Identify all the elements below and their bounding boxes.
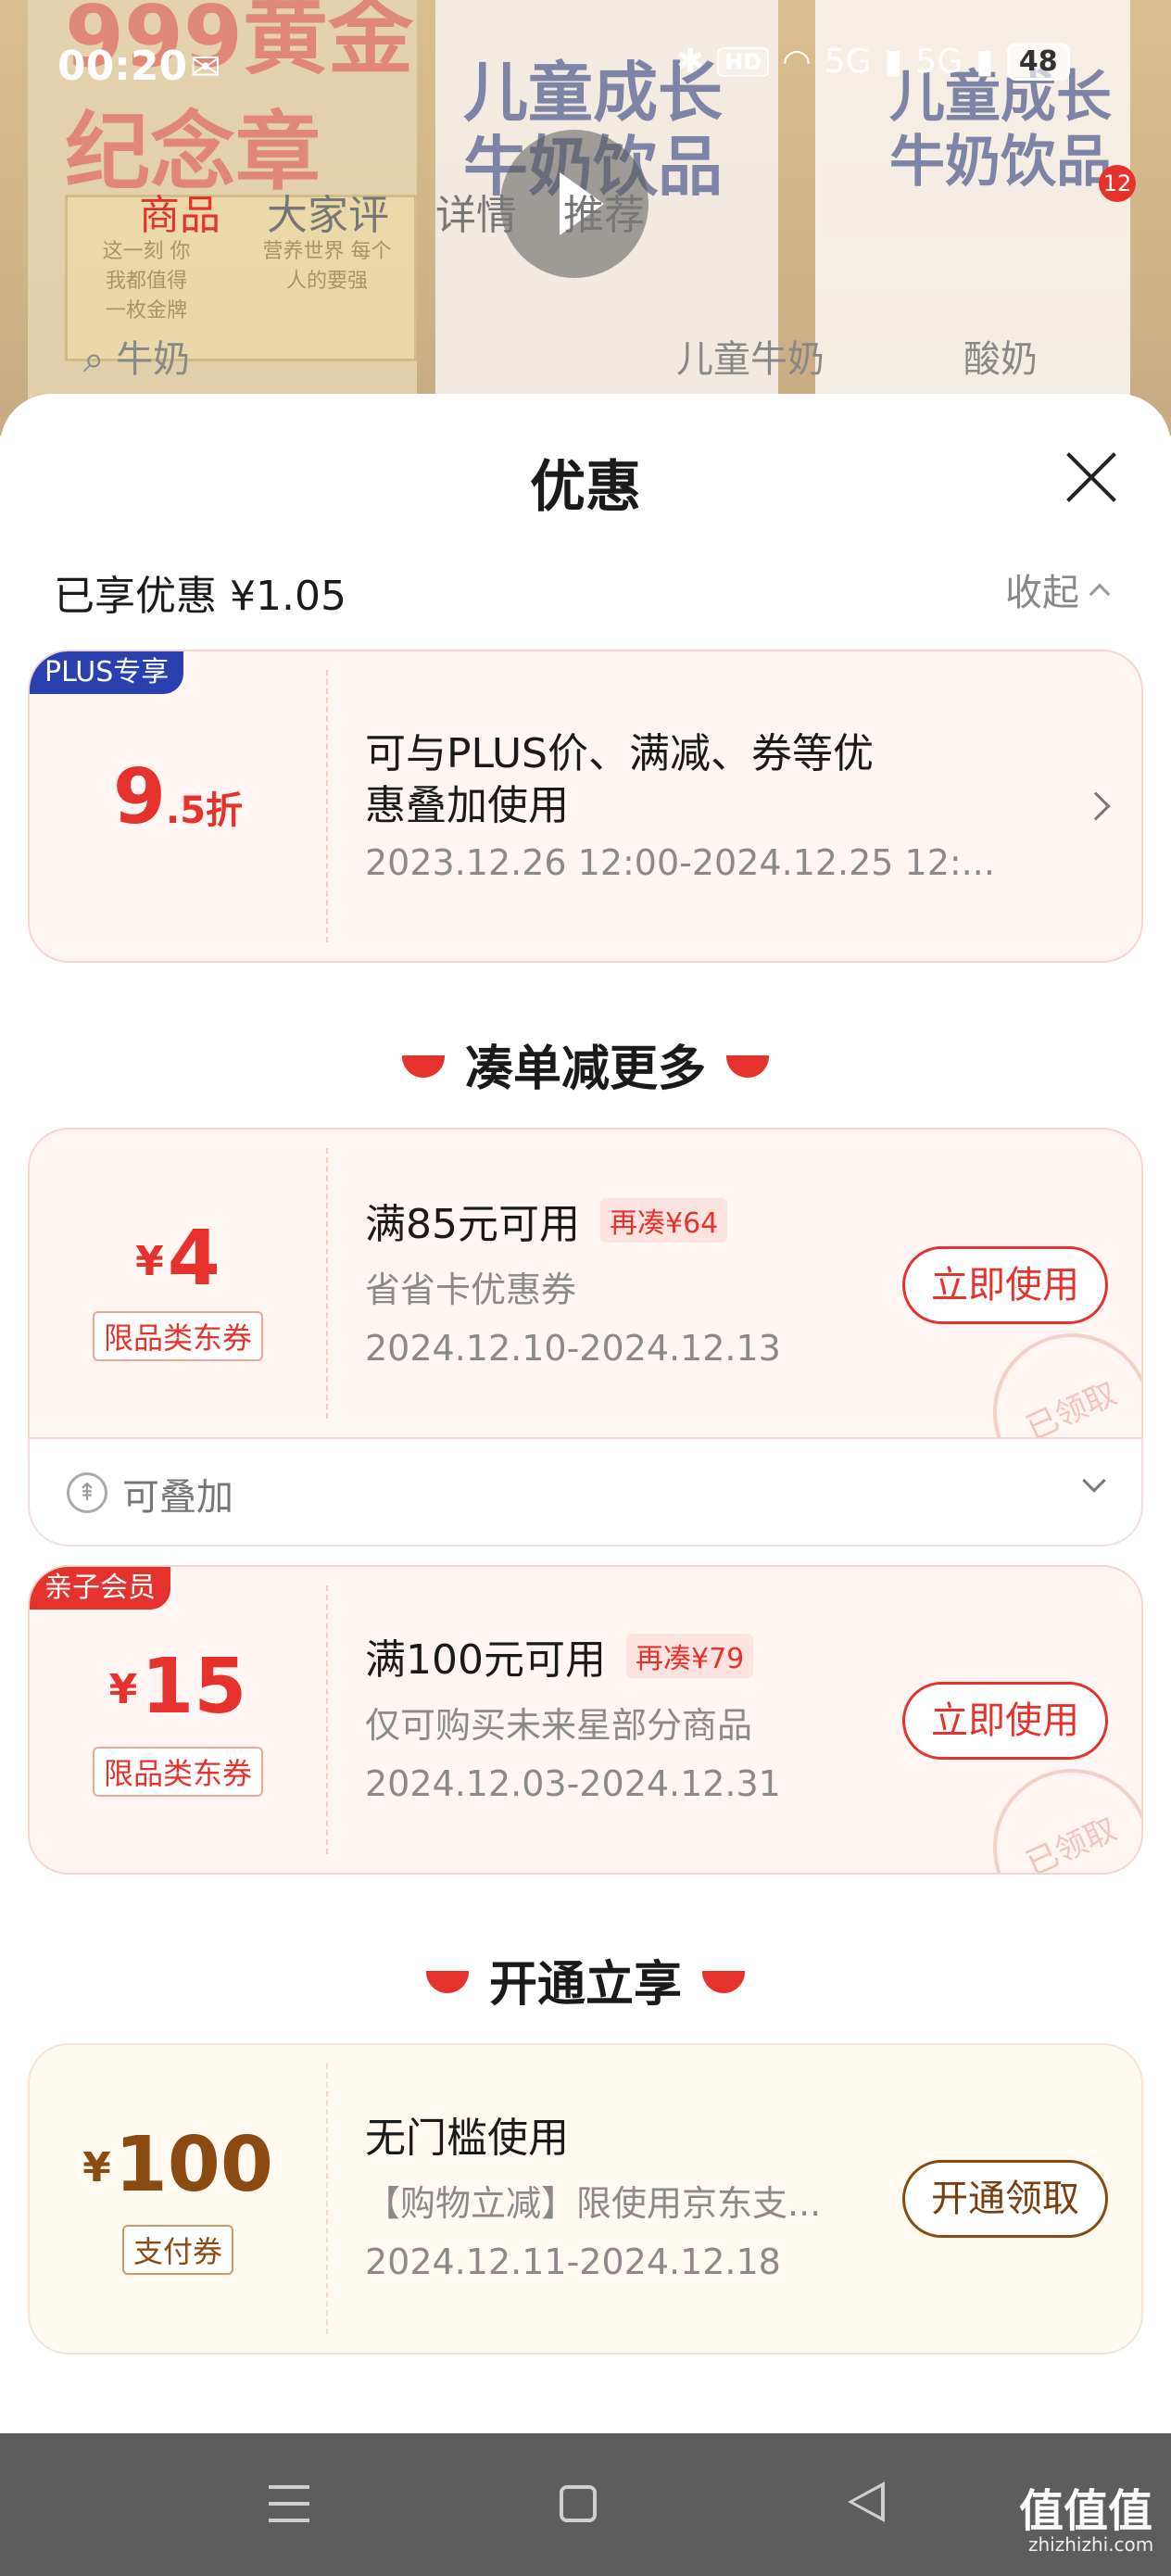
discount-sheet: 优惠 已享优惠 ¥1.05 收起 PLUS专享 9.5折 可与PLUS价、满减、… (0, 394, 1171, 2432)
stack-icon: ⇞ (67, 1472, 107, 1513)
signal-5g-icon: 5G (824, 43, 872, 81)
coupon-amount: ¥4 (30, 1215, 326, 1303)
system-nav-bar: 值值值 zhizhizhi.com (0, 2433, 1171, 2576)
collapse-button[interactable]: 收起 (1005, 562, 1111, 616)
smile-icon (425, 1971, 469, 1993)
tab-details[interactable]: 详情 (435, 192, 517, 239)
coupon-amount: ¥15 (30, 1643, 326, 1731)
parent-child-member-tag: 亲子会员 (30, 1567, 170, 1610)
extra-needed-badge: 再凑¥64 (600, 1198, 728, 1243)
coupon-card[interactable]: 亲子会员 ¥15 限品类东券 满100元可用 再凑¥79 仅可购买未来星部分商品 … (28, 1565, 1143, 1875)
plus-discount-card[interactable]: PLUS专享 9.5折 可与PLUS价、满减、券等优 惠叠加使用 2023.12… (28, 650, 1143, 963)
sheet-title: 优惠 (530, 455, 641, 520)
open-claim-button[interactable]: 开通领取 (902, 2160, 1108, 2238)
chevron-right-icon (1081, 791, 1111, 821)
tab-reviews[interactable]: 大家评 (267, 192, 389, 239)
coupon-amount: ¥100 (30, 2121, 326, 2209)
stackable-row[interactable]: ⇞ 可叠加 (28, 1439, 1143, 1547)
status-icons: ✱ HD ◠ 5G ▮ 5G ▮ 48 (676, 43, 1070, 81)
signal-bars-icon: ▮ (976, 43, 994, 81)
currency-symbol: ¥ (108, 1666, 138, 1713)
product-tabs: 商品 大家评 详情 推荐 (139, 182, 691, 241)
search-suggestions: ⌕ 牛奶 儿童牛奶 酸奶 (83, 329, 1038, 383)
chevron-up-icon (1089, 583, 1111, 605)
clock: 00:20 (57, 43, 188, 90)
coupon-desc: 仅可购买未来星部分商品 (365, 1705, 753, 1746)
pay-coupon-card[interactable]: ¥100 支付券 无门槛使用 【购物立减】限使用京东支... 2024.12.1… (28, 2043, 1143, 2355)
condition-text: 满85元可用 (365, 1201, 580, 1248)
battery-icon: 48 (1006, 43, 1070, 81)
tab-product[interactable]: 商品 (139, 192, 220, 239)
watermark-url: zhizhizhi.com (1028, 2533, 1154, 2556)
plus-desc-line1: 可与PLUS价、满减、券等优 (365, 730, 874, 777)
smile-icon (702, 1971, 745, 1993)
coupon-period: 2024.12.11-2024.12.18 (365, 2241, 781, 2282)
tab-recommend[interactable]: 推荐 (563, 192, 645, 239)
search-icon: ⌕ (83, 338, 105, 381)
coupon-period: 2024.12.10-2024.12.13 (365, 1328, 781, 1369)
menu-icon[interactable] (269, 2485, 309, 2522)
plus-discount-value: 9.5折 (30, 753, 326, 841)
signal-bars-icon: ▮ (884, 43, 903, 81)
stackable-label: 可叠加 (122, 1476, 233, 1519)
coupon-period: 2024.12.03-2024.12.31 (365, 1763, 781, 1804)
coupon-condition: 无门槛使用 (365, 2115, 569, 2162)
amount-value: 100 (114, 2121, 273, 2209)
discount-main: 9 (112, 753, 167, 841)
home-icon[interactable] (560, 2485, 597, 2522)
coupon-kind: 支付券 (30, 2225, 326, 2275)
smile-icon (401, 1055, 445, 1078)
wechat-icon: ✉ (190, 46, 221, 89)
search-term[interactable]: 牛奶 (116, 338, 190, 381)
card-divider (326, 1148, 328, 1419)
coupon-desc: 【购物立减】限使用京东支... (365, 2183, 822, 2224)
section-title: 凑单减更多 (464, 1042, 706, 1097)
chevron-down-icon (1082, 1469, 1106, 1493)
discount-sub: .5折 (166, 789, 244, 832)
coupon-condition: 满85元可用 再凑¥64 (365, 1191, 728, 1250)
claimed-stamp: 已领取 (967, 1743, 1141, 1873)
plus-desc-line2: 惠叠加使用 (365, 782, 569, 829)
collapse-label: 收起 (1005, 572, 1079, 614)
coupon-card[interactable]: ¥4 限品类东券 满85元可用 再凑¥64 省省卡优惠券 2024.12.10-2… (28, 1128, 1143, 1439)
coupon-condition: 满100元可用 再凑¥79 (365, 1626, 754, 1686)
coupon-kind-label: 限品类东券 (92, 1311, 263, 1361)
status-bar: 00:20 ✉ ✱ HD ◠ 5G ▮ 5G ▮ 48 (0, 37, 1171, 102)
coupon-kind-label: 支付券 (121, 2225, 233, 2275)
search-term[interactable]: 酸奶 (963, 329, 1038, 383)
cart-count-badge: 12 (1099, 165, 1136, 202)
coupon-kind: 限品类东券 (30, 1747, 326, 1797)
smile-icon (726, 1055, 769, 1078)
coupon-kind: 限品类东券 (30, 1311, 326, 1361)
search-term[interactable]: 儿童牛奶 (676, 329, 825, 383)
hd-voice-icon: HD (717, 46, 770, 77)
enjoyed-discount-label: 已享优惠 ¥1.05 (54, 573, 346, 620)
section-heading-more: 凑单减更多 (0, 1029, 1171, 1099)
section-heading-open: 开通立享 (0, 1945, 1171, 2014)
use-now-button[interactable]: 立即使用 (902, 1682, 1108, 1760)
amount-value: 15 (141, 1643, 247, 1731)
extra-needed-badge: 再凑¥79 (625, 1634, 754, 1678)
card-divider (326, 1585, 328, 1854)
currency-symbol: ¥ (135, 1238, 164, 1285)
wifi-icon: ◠ (782, 43, 812, 81)
signal-5g-icon: 5G (915, 43, 963, 81)
plus-period: 2023.12.26 12:00-2024.12.25 12:... (365, 842, 995, 883)
back-icon[interactable] (848, 2481, 885, 2522)
close-icon[interactable] (1064, 448, 1119, 503)
condition-text: 满100元可用 (365, 1636, 606, 1684)
card-divider (326, 2064, 328, 2334)
card-divider (326, 670, 328, 942)
currency-symbol: ¥ (82, 2144, 111, 2191)
plus-tag: PLUS专享 (30, 651, 184, 694)
watermark-logo: 值值值 (1019, 2485, 1153, 2537)
bluetooth-icon: ✱ (676, 43, 705, 81)
amount-value: 4 (167, 1215, 220, 1303)
section-title: 开通立享 (488, 1957, 682, 2013)
coupon-kind-label: 限品类东券 (92, 1747, 263, 1797)
claimed-stamp: 已领取 (967, 1307, 1141, 1437)
use-now-button[interactable]: 立即使用 (902, 1246, 1108, 1324)
coupon-desc: 省省卡优惠券 (365, 1269, 577, 1310)
